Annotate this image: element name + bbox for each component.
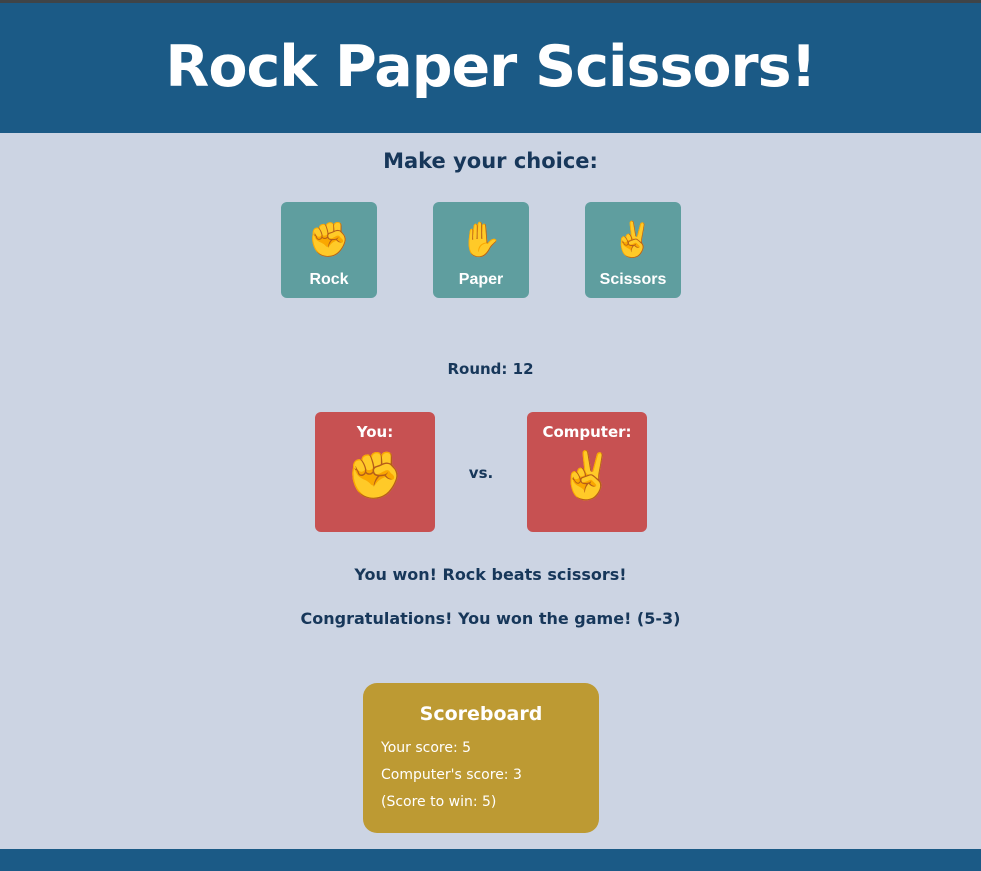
scoreboard-title: Scoreboard [419, 703, 543, 725]
scissors-button-label: Scissors [599, 271, 667, 288]
victory-hand-icon: ✌️ [558, 448, 616, 502]
round-result-message: You won! Rock beats scissors! [354, 565, 627, 584]
paper-button-label: Paper [458, 271, 504, 288]
player-choice-card: You: ✊ [315, 412, 435, 532]
round-counter: Round: 12 [447, 360, 534, 378]
computer-card-label: Computer: [542, 423, 632, 441]
page-title: Rock Paper Scissors! [165, 34, 816, 100]
raised-hand-icon: ✋ [459, 220, 503, 260]
rock-button[interactable]: ✊ Rock [281, 202, 377, 298]
fist-icon: ✊ [307, 220, 351, 260]
computer-choice-card: Computer: ✌️ [527, 412, 647, 532]
player-score: Your score: 5 [381, 740, 472, 756]
scissors-button[interactable]: ✌️ Scissors [585, 202, 681, 298]
choice-prompt: Make your choice: [383, 149, 598, 173]
score-to-win: (Score to win: 5) [381, 794, 497, 810]
victory-hand-icon: ✌️ [611, 220, 655, 260]
page-header: Rock Paper Scissors! [0, 3, 981, 133]
rock-button-label: Rock [309, 271, 349, 288]
page-footer [0, 849, 981, 871]
paper-button[interactable]: ✋ Paper [433, 202, 529, 298]
fist-icon: ✊ [346, 448, 404, 502]
versus-label: vs. [468, 464, 494, 482]
game-result-message: Congratulations! You won the game! (5-3) [300, 609, 681, 628]
player-card-label: You: [356, 423, 394, 441]
scoreboard: Scoreboard Your score: 5 Computer's scor… [363, 683, 599, 833]
computer-score: Computer's score: 3 [381, 767, 522, 783]
